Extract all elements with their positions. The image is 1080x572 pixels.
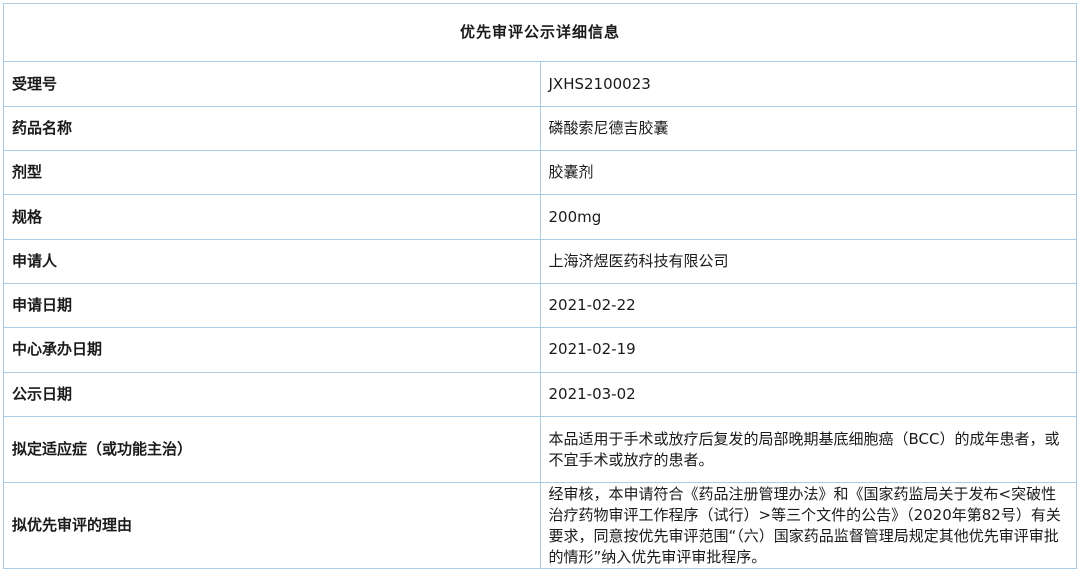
row-label-priority-reason: 拟优先审评的理由 xyxy=(3,482,541,569)
row-value-dosage-form: 胶囊剂 xyxy=(539,150,1077,196)
table-row: 申请人 上海济煜医药科技有限公司 xyxy=(3,238,1077,284)
row-value-acceptance-number: JXHS2100023 xyxy=(539,61,1077,107)
table-row: 中心承办日期 2021-02-19 xyxy=(3,327,1077,373)
table-row: 受理号 JXHS2100023 xyxy=(3,61,1077,107)
row-value-priority-reason: 经审核，本申请符合《药品注册管理办法》和《国家药监局关于发布<突破性治疗药物审评… xyxy=(539,482,1077,569)
row-label-application-date: 申请日期 xyxy=(3,282,541,329)
page-title: 优先审评公示详细信息 xyxy=(3,2,1077,63)
table-row: 申请日期 2021-02-22 xyxy=(3,282,1077,329)
detail-table: 优先审评公示详细信息 受理号 JXHS2100023 药品名称 磷酸索尼德吉胶囊… xyxy=(3,2,1077,569)
row-value-specification: 200mg xyxy=(539,194,1077,240)
row-label-center-undertake-date: 中心承办日期 xyxy=(3,327,541,373)
row-value-drug-name: 磷酸索尼德吉胶囊 xyxy=(539,105,1077,152)
row-value-center-undertake-date: 2021-02-19 xyxy=(539,327,1077,373)
table-row: 药品名称 磷酸索尼德吉胶囊 xyxy=(3,105,1077,152)
row-value-application-date: 2021-02-22 xyxy=(539,282,1077,329)
table-row: 剂型 胶囊剂 xyxy=(3,150,1077,196)
row-label-applicant: 申请人 xyxy=(3,238,541,284)
table-row: 拟优先审评的理由 经审核，本申请符合《药品注册管理办法》和《国家药监局关于发布<… xyxy=(3,482,1077,569)
title-row: 优先审评公示详细信息 xyxy=(3,2,1077,63)
table-row: 公示日期 2021-03-02 xyxy=(3,371,1077,417)
row-label-acceptance-number: 受理号 xyxy=(3,61,541,107)
row-label-specification: 规格 xyxy=(3,194,541,240)
table-row: 规格 200mg xyxy=(3,194,1077,240)
row-label-indication: 拟定适应症（或功能主治） xyxy=(3,415,541,484)
row-value-applicant: 上海济煜医药科技有限公司 xyxy=(539,238,1077,284)
row-value-publicity-date: 2021-03-02 xyxy=(539,371,1077,417)
row-label-publicity-date: 公示日期 xyxy=(3,371,541,417)
row-value-indication: 本品适用于手术或放疗后复发的局部晚期基底细胞癌（BCC）的成年患者，或不宜手术或… xyxy=(539,415,1077,484)
table-row: 拟定适应症（或功能主治） 本品适用于手术或放疗后复发的局部晚期基底细胞癌（BCC… xyxy=(3,415,1077,484)
row-label-dosage-form: 剂型 xyxy=(3,150,541,196)
row-label-drug-name: 药品名称 xyxy=(3,105,541,152)
detail-page: 优先审评公示详细信息 受理号 JXHS2100023 药品名称 磷酸索尼德吉胶囊… xyxy=(0,0,1080,572)
